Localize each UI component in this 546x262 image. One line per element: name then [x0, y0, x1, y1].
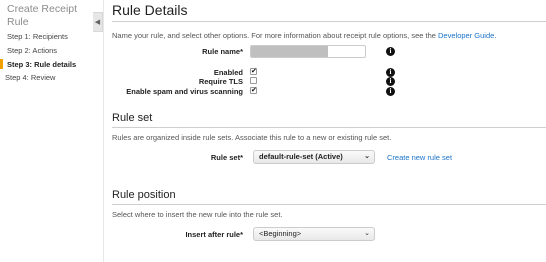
create-rule-set-link[interactable]: Create new rule set [387, 153, 452, 162]
rule-set-description: Rules are organized inside rule sets. As… [112, 133, 392, 142]
rule-name-info-icon[interactable]: i [386, 47, 395, 56]
enabled-checkbox[interactable]: ✔ [250, 68, 257, 75]
step-review[interactable]: Step 4: Review [5, 73, 55, 82]
rule-set-label: Rule set* [210, 153, 243, 162]
step-rule-details[interactable]: Step 3: Rule details [7, 60, 76, 69]
rule-name-field[interactable] [250, 45, 366, 58]
active-step-indicator [0, 59, 3, 69]
insert-after-label: Insert after rule* [185, 230, 243, 239]
rule-set-select[interactable]: default-rule-set (Active) ⌄ [253, 150, 375, 164]
chevron-down-icon: ⌄ [364, 153, 370, 160]
chevron-down-icon: ⌄ [364, 230, 370, 237]
enabled-label: Enabled [213, 68, 243, 77]
require-tls-label: Require TLS [198, 77, 243, 86]
title-divider [112, 21, 546, 22]
chevron-left-icon: ◀ [94, 19, 101, 26]
rule-set-divider [112, 127, 546, 128]
wizard-sidebar: Create Receipt Rule Step 1: Recipients S… [0, 0, 93, 262]
rule-name-input[interactable] [251, 46, 365, 57]
rule-position-description: Select where to insert the new rule into… [112, 210, 283, 219]
spam-scan-info-icon[interactable]: i [386, 87, 395, 96]
rule-set-selected-value: default-rule-set (Active) [259, 152, 343, 161]
collapse-sidebar-button[interactable]: ◀ [93, 12, 103, 32]
enabled-info-icon[interactable]: i [386, 68, 395, 77]
insert-after-selected-value: <Beginning> [259, 229, 302, 238]
step-recipients[interactable]: Step 1: Recipients [7, 32, 68, 41]
rule-set-heading: Rule set [112, 112, 153, 124]
insert-after-select[interactable]: <Beginning> ⌄ [253, 227, 375, 241]
rule-position-divider [112, 204, 546, 205]
rule-position-heading: Rule position [112, 189, 176, 201]
spam-scan-label: Enable spam and virus scanning [126, 87, 243, 96]
require-tls-info-icon[interactable]: i [386, 77, 395, 86]
require-tls-checkbox[interactable] [250, 77, 257, 84]
step-actions[interactable]: Step 2: Actions [7, 46, 57, 55]
rule-name-label: Rule name* [202, 47, 243, 56]
developer-guide-link[interactable]: Developer Guide [438, 31, 494, 40]
page-title: Rule Details [112, 2, 188, 18]
sidebar-divider [103, 0, 104, 262]
rule-details-description: Name your rule, and select other options… [112, 31, 497, 40]
spam-scan-checkbox[interactable]: ✔ [250, 87, 257, 94]
wizard-title: Create Receipt Rule [7, 3, 78, 28]
